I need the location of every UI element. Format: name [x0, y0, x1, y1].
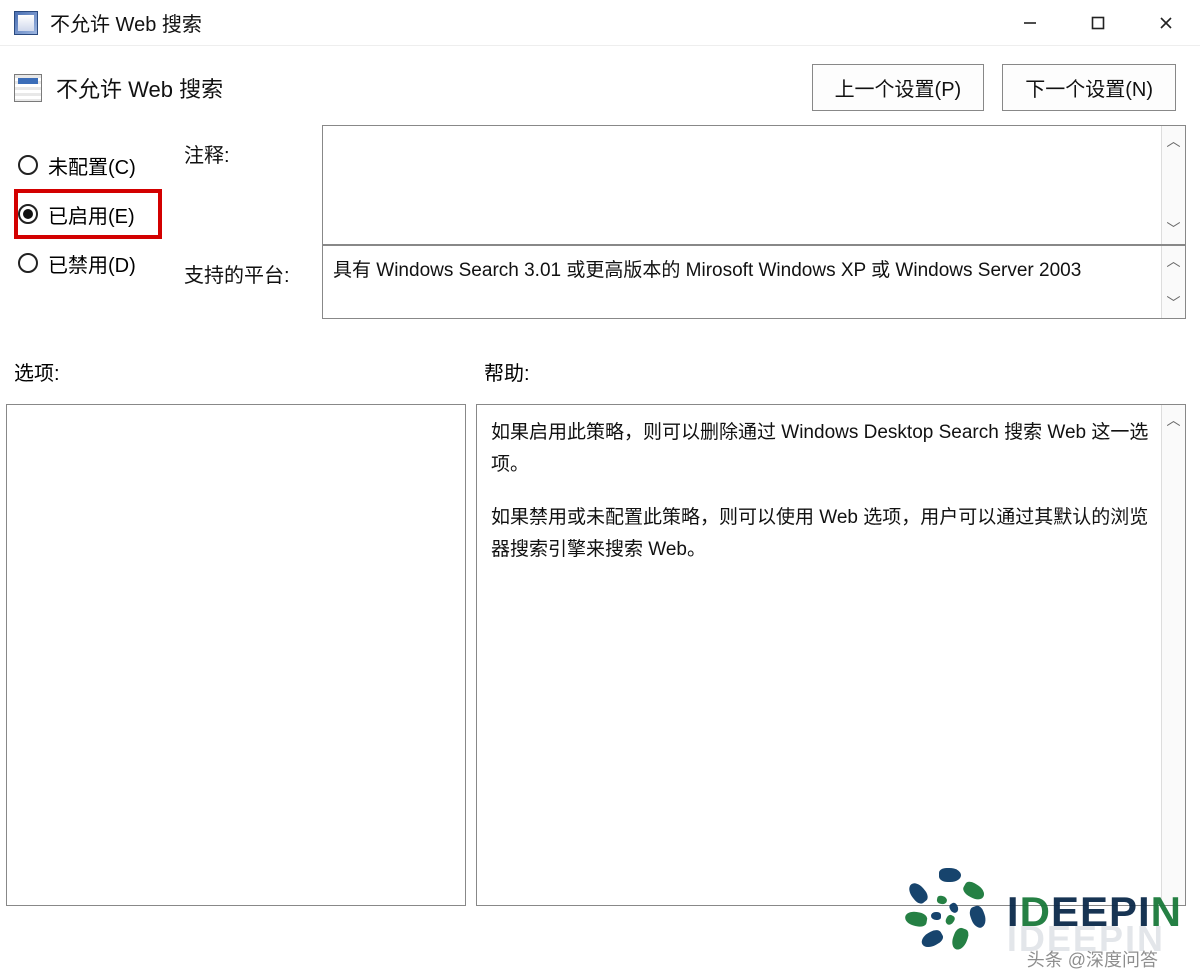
nav-buttons: 上一个设置(P) 下一个设置(N) [812, 64, 1184, 111]
supported-platforms-box: 具有 Windows Search 3.01 或更高版本的 Mirosoft W… [322, 245, 1186, 319]
radio-icon [18, 155, 38, 175]
state-radio-group: 未配置(C) 已启用(E) 已禁用(D) [14, 125, 174, 319]
radio-enabled[interactable]: 已启用(E) [14, 189, 162, 239]
app-icon [14, 11, 38, 35]
radio-not-configured[interactable]: 未配置(C) [14, 141, 174, 189]
options-pane [6, 404, 466, 906]
radio-icon-selected [18, 204, 38, 224]
lower-labels: 选项: 帮助: [0, 333, 1200, 386]
comment-input[interactable]: ︿ ﹀ [322, 125, 1186, 245]
scroll-down-icon[interactable]: ﹀ [1167, 288, 1181, 318]
help-paragraph-2: 如果禁用或未配置此策略，则可以使用 Web 选项，用户可以通过其默认的浏览器搜索… [491, 502, 1155, 567]
radio-icon [18, 253, 38, 273]
maximize-icon [1091, 16, 1105, 30]
options-label: 选项: [14, 357, 484, 386]
previous-setting-button[interactable]: 上一个设置(P) [812, 64, 985, 111]
next-setting-button[interactable]: 下一个设置(N) [1002, 64, 1176, 111]
window-controls [996, 0, 1200, 46]
radio-disabled[interactable]: 已禁用(D) [14, 239, 174, 287]
scroll-up-icon[interactable]: ︿ [1167, 126, 1181, 156]
scrollbar[interactable]: ︿ ﹀ [1161, 126, 1185, 244]
policy-form: 未配置(C) 已启用(E) 已禁用(D) 注释: ︿ ﹀ 支持的平台: 具有 W… [0, 115, 1200, 333]
window-title: 不允许 Web 搜索 [50, 8, 202, 37]
policy-header: 不允许 Web 搜索 上一个设置(P) 下一个设置(N) [0, 46, 1200, 115]
spiral-logo-icon [901, 866, 993, 958]
scroll-up-icon[interactable]: ︿ [1167, 246, 1181, 276]
comment-label: 注释: [184, 125, 312, 245]
radio-label: 未配置(C) [48, 151, 136, 180]
scroll-down-icon[interactable]: ﹀ [1167, 214, 1181, 244]
lower-panes: 如果启用此策略，则可以删除通过 Windows Desktop Search 搜… [0, 386, 1200, 906]
scrollbar[interactable]: ︿ [1161, 405, 1185, 905]
supported-platforms-text: 具有 Windows Search 3.01 或更高版本的 Mirosoft W… [333, 260, 1081, 281]
scroll-up-icon[interactable]: ︿ [1167, 405, 1181, 437]
radio-label: 已启用(E) [48, 200, 135, 229]
maximize-button[interactable] [1064, 0, 1132, 46]
credit-text: 头条 @深度问答 [1027, 946, 1158, 972]
close-icon [1159, 16, 1173, 30]
help-pane: 如果启用此策略，则可以删除通过 Windows Desktop Search 搜… [476, 404, 1186, 906]
close-button[interactable] [1132, 0, 1200, 46]
radio-label: 已禁用(D) [48, 249, 136, 278]
supported-label: 支持的平台: [184, 245, 312, 319]
help-label: 帮助: [484, 357, 530, 386]
policy-title: 不允许 Web 搜索 [56, 72, 223, 104]
watermark: IDEEPIN IDEEPIN [901, 866, 1182, 958]
minimize-button[interactable] [996, 0, 1064, 46]
titlebar: 不允许 Web 搜索 [0, 0, 1200, 46]
scrollbar[interactable]: ︿ ﹀ [1161, 246, 1185, 318]
brand-text: IDEEPIN IDEEPIN [1007, 888, 1182, 936]
minimize-icon [1023, 16, 1037, 30]
policy-icon [14, 74, 42, 102]
help-paragraph-1: 如果启用此策略，则可以删除通过 Windows Desktop Search 搜… [491, 417, 1155, 482]
